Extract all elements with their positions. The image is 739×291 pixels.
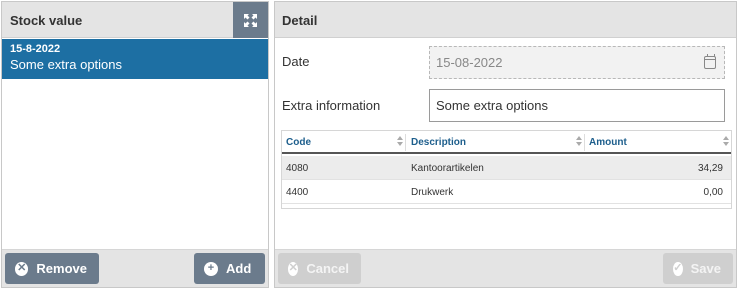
sort-code-icon[interactable] [397,136,403,146]
add-button[interactable]: + Add [194,253,265,284]
stock-value-footer: ✕ Remove + Add [2,249,268,287]
date-value: 15-08-2022 [436,55,503,70]
detail-grid: Code Description Amount 4080 Kantoorarti… [281,130,732,209]
column-divider [584,134,585,151]
remove-icon: ✕ [15,261,29,276]
stock-list-item[interactable]: 15-8-2022 Some extra options [2,39,268,79]
table-row[interactable]: 4400 Drukwerk 0,00 [282,180,731,204]
sort-amount-icon[interactable] [723,136,729,146]
stock-value-panel: Stock value 15-8-2022 Some extra options… [1,1,269,288]
sort-description-icon[interactable] [576,136,582,146]
cancel-icon: ✕ [288,261,299,276]
expand-button[interactable] [233,2,268,38]
cell-amount: 0,00 [703,187,723,198]
cancel-button-label: Cancel [306,261,349,276]
extra-information-label: Extra information [282,98,381,113]
detail-footer: ✕ Cancel ✓ Save [275,249,736,287]
stock-value-header: Stock value [2,2,268,38]
stock-value-title: Stock value [10,13,83,28]
cell-description: Kantoorartikelen [411,163,484,174]
table-row[interactable]: 4080 Kantoorartikelen 34,29 [282,156,731,180]
cancel-button[interactable]: ✕ Cancel [278,253,361,284]
date-field: 15-08-2022 [429,46,725,79]
remove-button-label: Remove [36,261,87,276]
detail-header: Detail [275,2,736,38]
column-header-code[interactable]: Code [286,137,311,148]
save-check-icon: ✓ [673,261,683,276]
add-button-label: Add [226,261,252,276]
detail-title: Detail [282,13,318,28]
add-icon: + [204,261,218,276]
column-header-amount[interactable]: Amount [589,137,627,148]
column-header-description[interactable]: Description [411,137,466,148]
calendar-icon [704,54,716,69]
cell-description: Drukwerk [411,187,454,198]
cell-amount: 34,29 [697,163,723,174]
cell-code: 4400 [286,187,309,198]
grid-header: Code Description Amount [282,131,731,154]
save-button-label: Save [690,261,721,276]
stock-item-date: 15-8-2022 [10,43,61,55]
remove-button[interactable]: ✕ Remove [5,253,99,284]
date-label: Date [282,54,310,69]
stock-item-description: Some extra options [10,57,123,72]
expand-arrows-icon [244,13,257,27]
cell-code: 4080 [286,163,309,174]
column-divider [405,134,406,151]
detail-panel: Detail Date 15-08-2022 Extra information… [274,1,737,288]
extra-information-input[interactable] [429,89,725,122]
save-button[interactable]: ✓ Save [663,253,733,284]
